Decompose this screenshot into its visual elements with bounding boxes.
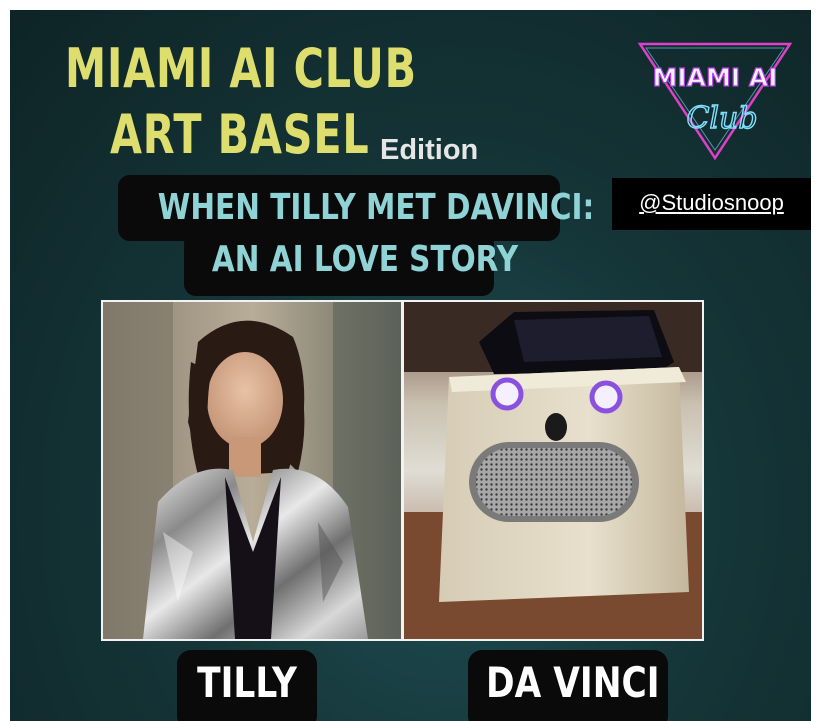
studio-handle-link[interactable]: @Studiosnoop xyxy=(612,190,811,216)
miami-ai-club-logo: MIAMI AI Club xyxy=(637,42,793,160)
event-poster: MIAMI AI CLUB ART BASEL Edition MIAMI AI… xyxy=(10,10,811,721)
logo-word-club: Club xyxy=(686,101,757,136)
da-vinci-photo xyxy=(404,302,702,639)
headline-line-2: AN AI LOVE STORY xyxy=(211,239,519,280)
logo-word-miami-ai: MIAMI AI xyxy=(652,63,777,92)
title-line-1: MIAMI AI CLUB xyxy=(65,37,417,100)
headline-line-1: WHEN TILLY MET DAVINCI: xyxy=(157,187,595,228)
title-line-2: ART BASEL xyxy=(110,103,370,166)
tilly-photo xyxy=(103,302,401,639)
edition-label: Edition xyxy=(380,134,479,166)
tilly-label: TILLY xyxy=(197,658,297,707)
da-vinci-label: DA VINCI xyxy=(486,658,660,707)
